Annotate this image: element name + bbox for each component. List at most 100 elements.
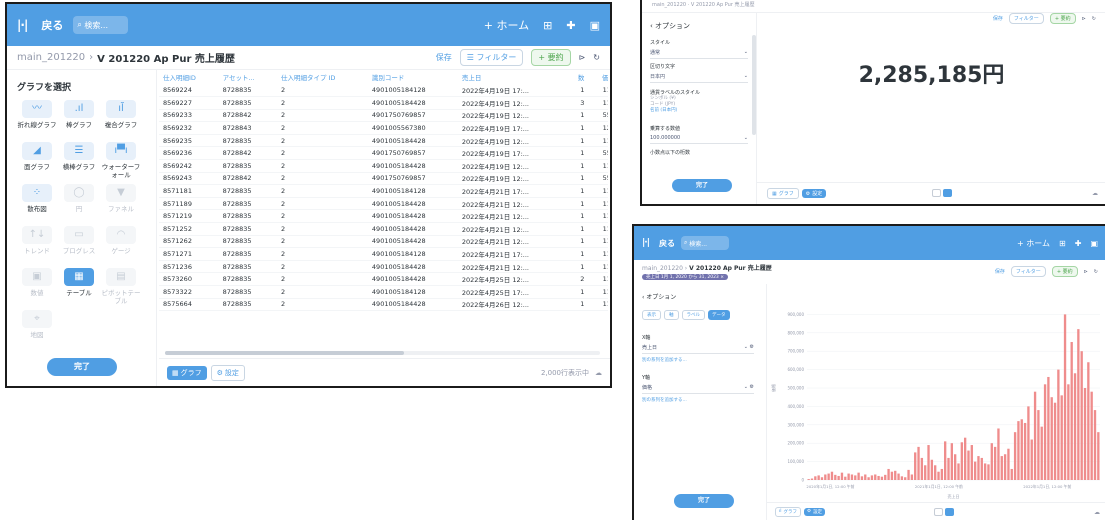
bar[interactable] — [820, 477, 824, 480]
bar[interactable] — [944, 441, 947, 480]
table-toggle[interactable] — [932, 189, 952, 197]
download-icon[interactable]: ☁ — [1092, 190, 1098, 197]
bar[interactable] — [997, 428, 1000, 480]
bar[interactable] — [867, 477, 870, 480]
viz-type-option[interactable]: .ıl 棒グラフ — [59, 100, 99, 129]
bar[interactable] — [854, 475, 857, 480]
new-home-button[interactable]: + ホーム — [484, 17, 529, 33]
bar[interactable] — [1037, 410, 1040, 480]
bar[interactable] — [890, 471, 894, 480]
bar[interactable] — [1007, 448, 1010, 480]
viz-type-option[interactable]: ⌖ 地図 — [17, 310, 57, 339]
table-row[interactable]: 8569242 8728835 2 4901005184428 2022年4月19日 1… — [159, 159, 608, 173]
bar[interactable] — [937, 471, 940, 480]
back-link[interactable]: 戻る — [41, 17, 63, 33]
bar[interactable] — [970, 445, 973, 480]
table-row[interactable]: 8569236 8728842 2 4901750769857 2022年4月19日 1… — [159, 146, 608, 161]
bar[interactable] — [950, 443, 954, 480]
viz-type-option[interactable]: ▦ テーブル — [59, 268, 99, 297]
bar[interactable] — [1013, 432, 1017, 480]
bar[interactable] — [987, 464, 990, 480]
decimal-field[interactable]: 小数点以下の桁数 — [650, 149, 748, 156]
viz-type-option[interactable]: ◢ 面グラフ — [17, 142, 57, 171]
bar[interactable] — [1000, 456, 1003, 480]
bar[interactable] — [980, 457, 983, 480]
bar[interactable] — [827, 473, 830, 480]
table-row[interactable]: 8569235 8728835 2 4901005184428 2022年4月19日 1… — [159, 134, 608, 148]
date-filter-pill[interactable]: 売上日 1月 1, 2020 から 31, 2023 × — [642, 274, 729, 280]
bar[interactable] — [870, 475, 874, 480]
visualization-button[interactable]: ıl グラフ — [775, 506, 802, 517]
viz-type-option[interactable]: ı▀ı ウォーターフォール — [101, 142, 141, 179]
grid-icon[interactable]: ⊞ — [543, 19, 552, 32]
bar[interactable] — [917, 446, 920, 480]
bar[interactable] — [857, 472, 860, 480]
table-row[interactable]: 8571262 8728835 2 4901005184428 2022年4月21日 1… — [159, 235, 608, 249]
bar[interactable] — [1097, 432, 1100, 480]
table-row[interactable]: 8569243 8728842 2 4901750769857 2022年4月19日 1… — [159, 172, 608, 186]
table-row[interactable]: 8573322 8728835 2 4901005184128 2022年4月25日 1… — [159, 285, 608, 299]
bar[interactable] — [860, 476, 864, 480]
bar[interactable] — [807, 479, 810, 480]
bar[interactable] — [894, 470, 897, 480]
bar[interactable] — [1063, 314, 1067, 480]
bar[interactable] — [824, 474, 827, 480]
bar[interactable] — [920, 457, 924, 480]
viz-type-option[interactable]: ▣ 数値 — [17, 268, 57, 297]
metabase-logo-icon[interactable]: |·| — [642, 238, 650, 248]
bar[interactable] — [834, 474, 837, 480]
gear-icon[interactable]: ⌄ ⚙ — [744, 384, 754, 391]
table-row[interactable]: 8569227 8728835 2 4901005184428 2022年4月19日 1… — [159, 96, 608, 110]
refresh-icon[interactable]: ↻ — [1092, 16, 1096, 22]
table-row[interactable]: 8571271 8728835 2 4901005184128 2022年4月21日 1… — [159, 247, 608, 261]
visualization-button[interactable]: ▦ グラフ — [767, 188, 799, 199]
bar[interactable] — [990, 443, 993, 480]
bar[interactable] — [874, 474, 877, 480]
notebook-icon[interactable]: ▣ — [590, 19, 600, 32]
style-field[interactable]: スタイル 通常 ⌄ — [650, 39, 748, 59]
summarize-button[interactable]: + 要約 — [1051, 266, 1078, 277]
summarize-button[interactable]: + 要約 — [1049, 13, 1076, 24]
bar[interactable] — [914, 452, 917, 480]
bar[interactable] — [973, 461, 977, 480]
bar[interactable] — [880, 476, 884, 480]
bar[interactable] — [977, 456, 980, 480]
bar[interactable] — [1027, 406, 1030, 480]
bar[interactable] — [810, 478, 814, 480]
done-button[interactable]: 完了 — [47, 358, 117, 376]
sidebar-scrollbar[interactable] — [752, 35, 756, 135]
notebook-button[interactable]: 保存 — [436, 52, 452, 63]
database-breadcrumb[interactable]: main_201220 › — [642, 265, 689, 272]
done-button[interactable]: 完了 — [672, 179, 732, 192]
bar[interactable] — [983, 463, 987, 480]
done-button[interactable]: 完了 — [674, 494, 734, 508]
options-back-link[interactable]: ‹ オプション — [642, 292, 676, 301]
bar[interactable] — [877, 475, 880, 480]
table-icon[interactable] — [932, 189, 941, 197]
sql-icon[interactable]: ⊳ — [1082, 16, 1086, 22]
table-row[interactable]: 8575664 8728835 2 4901005184428 2022年4月26日 1… — [159, 298, 608, 312]
filter-button[interactable]: ☰ フィルター — [459, 49, 524, 66]
new-home-button[interactable]: + ホーム — [1017, 238, 1050, 249]
bar[interactable] — [1030, 439, 1033, 480]
bar[interactable] — [1033, 391, 1037, 480]
add-series-link[interactable]: 別の系列を追加する... — [642, 357, 754, 363]
download-icon[interactable]: ☁ — [1094, 509, 1100, 516]
summarize-button[interactable]: + 要約 — [531, 49, 571, 66]
bar[interactable] — [934, 465, 937, 480]
bar[interactable] — [1073, 373, 1077, 480]
bar[interactable] — [1090, 391, 1093, 480]
x-axis-select[interactable]: 売上日 ⌄ ⚙ — [642, 344, 754, 354]
settings-button[interactable]: ⚙ 設定 — [801, 189, 827, 198]
bar[interactable] — [907, 469, 910, 480]
bar[interactable] — [1010, 468, 1013, 480]
column-header[interactable]: 売上日 — [458, 70, 567, 84]
bar[interactable] — [1050, 397, 1053, 480]
bar[interactable] — [850, 474, 854, 480]
bar[interactable] — [953, 454, 957, 480]
column-header[interactable]: 数 — [567, 70, 588, 84]
plus-icon[interactable]: ✚ — [1075, 239, 1082, 248]
bar[interactable] — [840, 472, 844, 480]
column-header[interactable]: 識別コード — [368, 70, 458, 84]
y-axis-select[interactable]: 価格 ⌄ ⚙ — [642, 384, 754, 394]
